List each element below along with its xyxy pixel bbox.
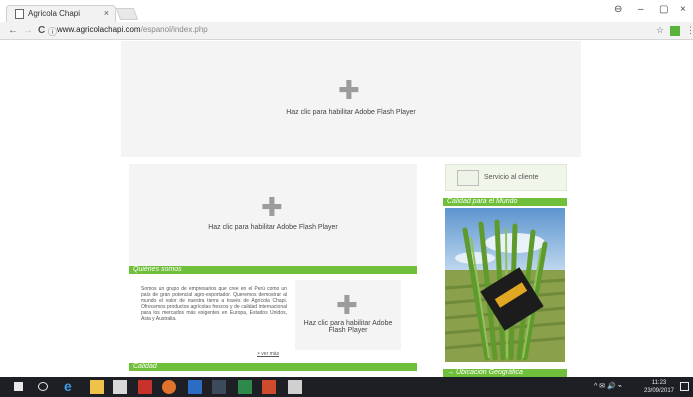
flash-message: Haz clic para habilitar Adobe Flash Play…: [208, 224, 338, 231]
extension-icon[interactable]: [670, 26, 680, 36]
store-icon[interactable]: [113, 380, 127, 394]
flash-message: Haz clic para habilitar Adobe Flash Play…: [303, 320, 393, 334]
restore-button[interactable]: ▢: [659, 4, 668, 15]
url-path: /espanol/index.php: [140, 25, 208, 34]
customer-service-icon: [457, 170, 479, 186]
reload-button[interactable]: C: [38, 25, 45, 36]
browser-toolbar: ← → C ⓘ www.agricolachapi.com/espanol/in…: [0, 22, 693, 40]
page-icon: [15, 9, 24, 19]
chrome-icon[interactable]: [162, 380, 176, 394]
windows-taskbar: e ^ ✉ 🔊 ⌁ 11:23 23/09/2017: [0, 377, 693, 397]
calculator-icon[interactable]: [288, 380, 302, 394]
section-header-calidad: Calidad: [129, 363, 417, 371]
address-bar[interactable]: www.agricolachapi.com/espanol/index.php: [57, 25, 208, 34]
excel-icon[interactable]: [238, 380, 252, 394]
tab-close-icon[interactable]: ×: [104, 8, 109, 18]
about-text: Somos un grupo de empresarios que cree e…: [141, 286, 287, 322]
flash-placeholder-small[interactable]: ✚ Haz clic para habilitar Adobe Flash Pl…: [295, 280, 401, 350]
browser-tab[interactable]: Agricola Chapi ×: [6, 5, 116, 22]
clock-date: 23/09/2017: [643, 388, 675, 394]
forward-button[interactable]: →: [23, 25, 33, 36]
clock-time: 11:23: [651, 380, 667, 386]
word-icon[interactable]: [188, 380, 202, 394]
system-tray[interactable]: ^ ✉ 🔊 ⌁: [594, 382, 622, 390]
info-icon[interactable]: ⓘ: [48, 25, 57, 38]
customer-service-box[interactable]: Servicio al cliente: [445, 164, 567, 191]
ver-mas-link[interactable]: > ver más: [257, 351, 279, 357]
app-icon[interactable]: [212, 380, 226, 394]
file-explorer-icon[interactable]: [90, 380, 104, 394]
flash-placeholder-main[interactable]: ✚ Haz clic para habilitar Adobe Flash Pl…: [129, 164, 417, 266]
start-button[interactable]: [14, 382, 23, 391]
notifications-icon[interactable]: [680, 382, 689, 391]
plugin-puzzle-icon: ✚: [336, 290, 358, 320]
url-domain: www.agricolachapi.com: [57, 25, 141, 34]
tab-title: Agricola Chapi: [28, 9, 81, 18]
menu-icon[interactable]: ⋮: [686, 25, 693, 36]
browser-titlebar: Agricola Chapi × ⊖ – ▢ ×: [0, 0, 693, 22]
section-header-calidad-mundo: Calidad para el Mundo: [443, 198, 567, 206]
plugin-puzzle-icon: ✚: [261, 192, 283, 222]
page-viewport: ✚ Haz clic para habilitar Adobe Flash Pl…: [0, 41, 693, 377]
powerpoint-icon[interactable]: [262, 380, 276, 394]
flash-message: Haz clic para habilitar Adobe Flash Play…: [286, 109, 416, 116]
flash-placeholder-banner[interactable]: ✚ Haz clic para habilitar Adobe Flash Pl…: [121, 41, 581, 157]
new-tab-button[interactable]: [115, 8, 139, 20]
close-window-button[interactable]: ×: [680, 4, 686, 15]
back-button[interactable]: ←: [8, 25, 18, 36]
edge-icon[interactable]: e: [64, 378, 78, 394]
task-view-icon[interactable]: [38, 382, 48, 391]
section-header-quienes: Quiénes somos: [129, 266, 417, 274]
minimize-button[interactable]: –: [638, 4, 644, 15]
system-clock[interactable]: 11:23 23/09/2017: [643, 379, 675, 395]
app-icon[interactable]: [138, 380, 152, 394]
plugin-puzzle-icon: ✚: [338, 75, 360, 105]
section-header-ubicacion[interactable]: → Ubicación Geográfica: [443, 369, 567, 377]
customer-service-label: Servicio al cliente: [484, 174, 539, 181]
bookmark-star-icon[interactable]: ☆: [656, 25, 664, 36]
account-icon[interactable]: ⊖: [614, 4, 622, 15]
asparagus-photo: [445, 208, 565, 362]
